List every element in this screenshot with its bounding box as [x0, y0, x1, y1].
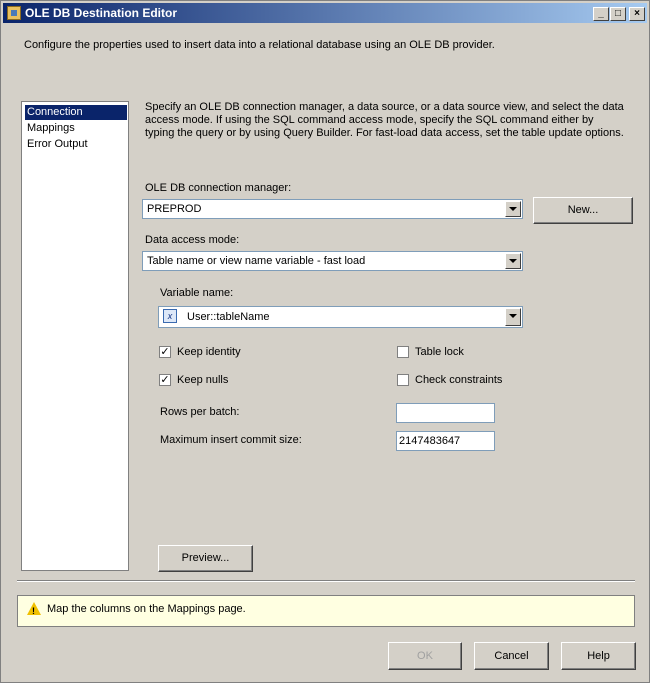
preview-button-label: Preview...: [181, 552, 230, 564]
cancel-button-label: Cancel: [494, 650, 529, 662]
ok-button[interactable]: OK: [388, 642, 462, 670]
max-commit-input[interactable]: 2147483647: [396, 431, 495, 451]
sidebar-item-mappings[interactable]: Mappings: [25, 121, 127, 136]
chevron-down-icon[interactable]: [505, 201, 521, 217]
dialog-window: OLE DB Destination Editor _ □ × Configur…: [0, 0, 650, 683]
new-connection-button[interactable]: New...: [533, 197, 633, 224]
new-button-label: New...: [567, 204, 599, 216]
warning-mark: !: [32, 606, 35, 616]
app-icon: [7, 6, 21, 20]
info-text: Specify an OLE DB connection manager, a …: [145, 101, 624, 139]
variable-icon: x: [163, 309, 177, 323]
minimize-button[interactable]: _: [593, 7, 609, 21]
keep-identity-checkbox[interactable]: ✓: [159, 346, 171, 358]
rows-per-batch-label: Rows per batch:: [160, 406, 240, 418]
check-constraints-checkbox[interactable]: [397, 374, 409, 386]
chevron-down-icon[interactable]: [505, 253, 521, 269]
cancel-button[interactable]: Cancel: [474, 642, 549, 670]
close-button[interactable]: ×: [629, 7, 645, 21]
ok-button-label: OK: [417, 650, 433, 662]
message-bar: ! Map the columns on the Mappings page.: [17, 595, 635, 627]
preview-button[interactable]: Preview...: [158, 545, 253, 572]
table-lock-label[interactable]: Table lock: [415, 346, 464, 358]
sidebar-item-error-output[interactable]: Error Output: [25, 137, 127, 152]
connection-manager-label: OLE DB connection manager:: [145, 182, 292, 194]
message-text: Map the columns on the Mappings page.: [47, 603, 246, 615]
keep-identity-label[interactable]: Keep identity: [177, 346, 241, 358]
chevron-down-icon[interactable]: [505, 308, 521, 326]
variable-name-select[interactable]: x User::tableName: [158, 306, 523, 328]
variable-name-label: Variable name:: [160, 287, 234, 299]
access-mode-label: Data access mode:: [145, 234, 240, 246]
sidebar: Connection Manager Mappings Error Output: [21, 101, 129, 571]
title-bar[interactable]: OLE DB Destination Editor _ □ ×: [3, 3, 647, 23]
table-lock-checkbox[interactable]: [397, 346, 409, 358]
maximize-button[interactable]: □: [610, 7, 626, 21]
check-constraints-label[interactable]: Check constraints: [415, 374, 502, 386]
help-button-label: Help: [587, 650, 610, 662]
access-mode-select[interactable]: Table name or view name variable - fast …: [142, 251, 523, 271]
connection-manager-select[interactable]: PREPROD: [142, 199, 523, 219]
keep-nulls-checkbox[interactable]: ✓: [159, 374, 171, 386]
sidebar-item-connection-manager[interactable]: Connection Manager: [25, 105, 127, 133]
rows-per-batch-input[interactable]: [396, 403, 495, 423]
connection-manager-value: PREPROD: [147, 203, 202, 215]
divider: [17, 580, 635, 582]
access-mode-value: Table name or view name variable - fast …: [147, 255, 366, 267]
help-button[interactable]: Help: [561, 642, 636, 670]
max-commit-label: Maximum insert commit size:: [160, 434, 302, 446]
variable-name-value: User::tableName: [187, 311, 270, 323]
dialog-description: Configure the properties used to insert …: [24, 39, 495, 51]
keep-nulls-label[interactable]: Keep nulls: [177, 374, 228, 386]
window-title: OLE DB Destination Editor: [25, 6, 178, 20]
